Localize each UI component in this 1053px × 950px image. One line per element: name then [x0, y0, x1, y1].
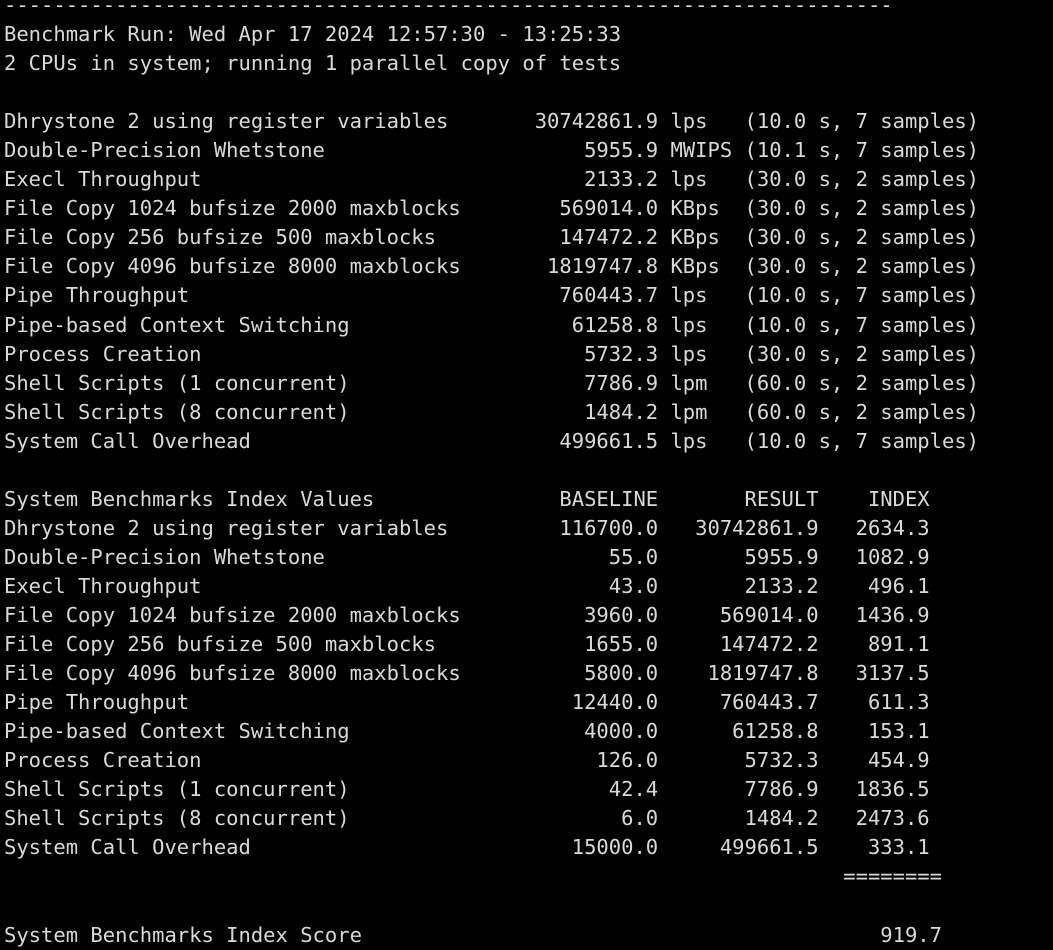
- raw-result-row: Pipe Throughput 760443.7 lps (10.0 s, 7 …: [4, 283, 980, 308]
- final-index-score-line: System Benchmarks Index Score 919.7: [4, 922, 942, 947]
- index-row: File Copy 4096 bufsize 8000 maxblocks 58…: [4, 661, 930, 686]
- raw-result-row: Shell Scripts (1 concurrent) 7786.9 lpm …: [4, 370, 980, 395]
- index-row: Execl Throughput 43.0 2133.2 496.1: [4, 573, 930, 598]
- raw-result-row: Shell Scripts (8 concurrent) 1484.2 lpm …: [4, 399, 980, 424]
- raw-result-row: File Copy 4096 bufsize 8000 maxblocks 18…: [4, 254, 980, 279]
- score-separator-rule: ========: [4, 864, 942, 889]
- raw-result-row: Dhrystone 2 using register variables 307…: [4, 109, 980, 134]
- index-row: Process Creation 126.0 5732.3 454.9: [4, 748, 930, 773]
- index-row: Pipe-based Context Switching 4000.0 6125…: [4, 719, 930, 744]
- index-row: Shell Scripts (1 concurrent) 42.4 7786.9…: [4, 777, 930, 802]
- index-row: Double-Precision Whetstone 55.0 5955.9 1…: [4, 544, 930, 569]
- raw-result-row: Process Creation 5732.3 lps (30.0 s, 2 s…: [4, 341, 980, 366]
- index-row: File Copy 256 bufsize 500 maxblocks 1655…: [4, 632, 930, 657]
- index-row: Pipe Throughput 12440.0 760443.7 611.3: [4, 690, 930, 715]
- terminal-output: ----------------------------------------…: [0, 0, 1053, 947]
- raw-result-row: File Copy 1024 bufsize 2000 maxblocks 56…: [4, 196, 980, 221]
- raw-result-row: Pipe-based Context Switching 61258.8 lps…: [4, 312, 980, 337]
- index-row: File Copy 1024 bufsize 2000 maxblocks 39…: [4, 602, 930, 627]
- index-row: Shell Scripts (8 concurrent) 6.0 1484.2 …: [4, 806, 930, 831]
- raw-result-row: System Call Overhead 499661.5 lps (10.0 …: [4, 428, 980, 453]
- index-row: Dhrystone 2 using register variables 116…: [4, 515, 930, 540]
- benchmark-run-line: Benchmark Run: Wed Apr 17 2024 12:57:30 …: [4, 22, 622, 47]
- index-row: System Call Overhead 15000.0 499661.5 33…: [4, 835, 930, 860]
- cpu-info-line: 2 CPUs in system; running 1 parallel cop…: [4, 51, 622, 76]
- raw-result-row: File Copy 256 bufsize 500 maxblocks 1474…: [4, 225, 980, 250]
- index-table-header: System Benchmarks Index Values BASELINE …: [4, 486, 930, 511]
- raw-result-row: Double-Precision Whetstone 5955.9 MWIPS …: [4, 138, 980, 163]
- raw-result-row: Execl Throughput 2133.2 lps (30.0 s, 2 s…: [4, 167, 980, 192]
- top-separator-rule: ----------------------------------------…: [4, 0, 893, 17]
